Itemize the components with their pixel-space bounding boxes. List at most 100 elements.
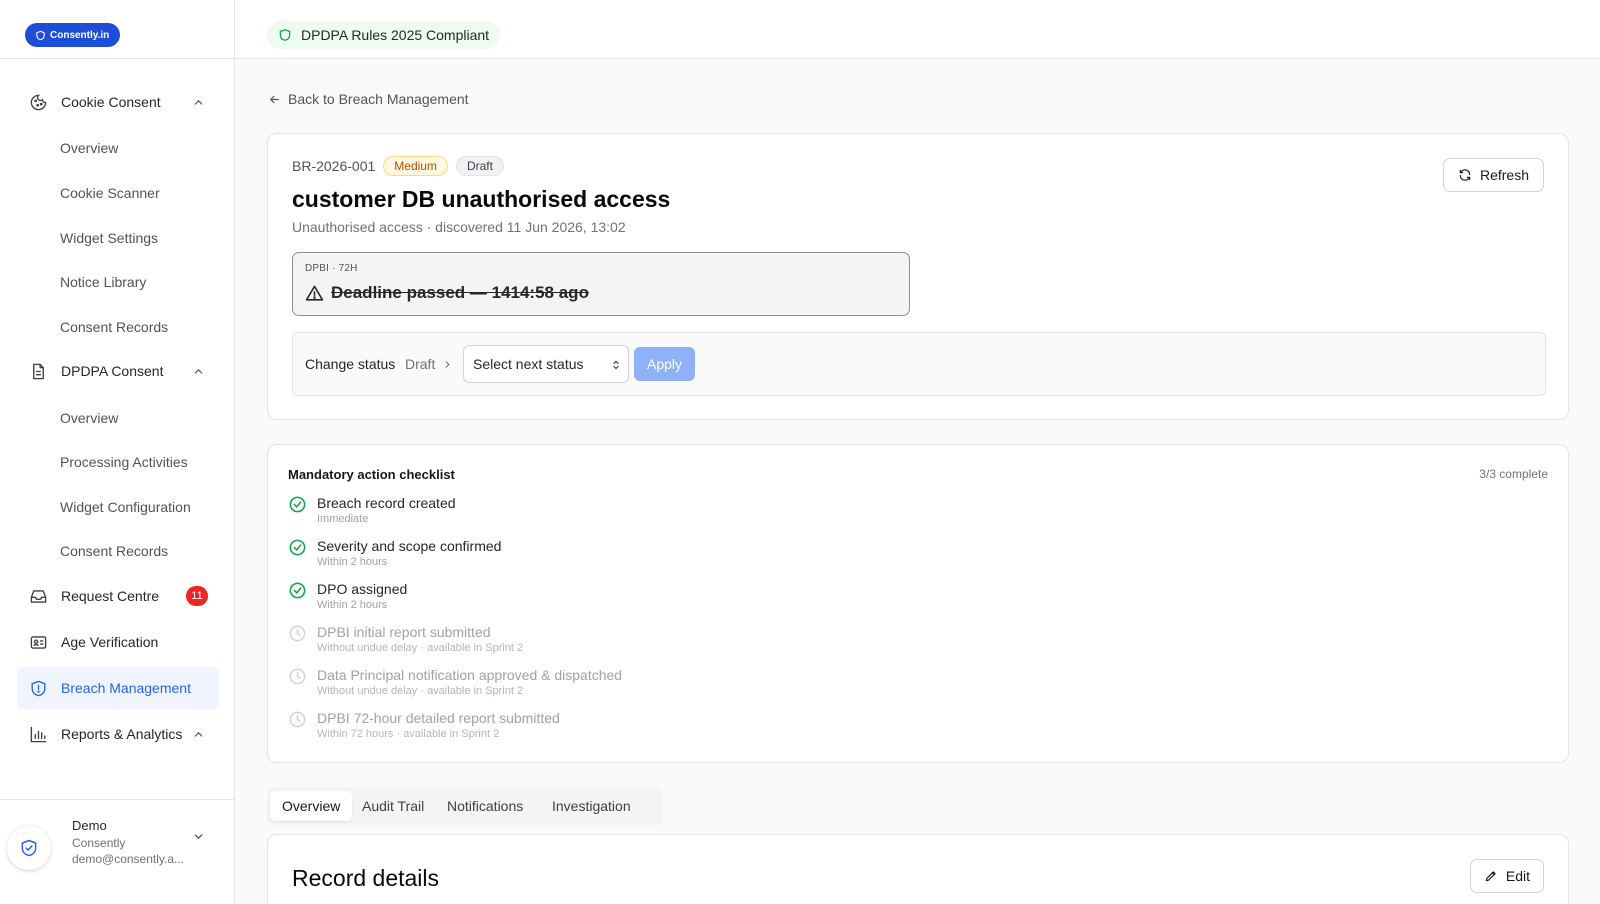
tab-audit-trail[interactable]: Audit Trail [350, 791, 436, 821]
sidebar-divider [0, 799, 235, 800]
sidebar-item-label: Age Verification [61, 634, 159, 650]
shield-icon [36, 30, 45, 40]
chevrons-up-down-icon [613, 360, 619, 370]
sidebar-item-dpdpa-consent[interactable]: DPDPA Consent [17, 350, 219, 392]
user-email: demo@consently.a... [72, 852, 185, 866]
back-link[interactable]: Back to Breach Management [268, 91, 469, 107]
refresh-button-label: Refresh [1479, 167, 1529, 183]
tab-overview[interactable]: Overview [270, 791, 353, 821]
check-circle-icon [289, 539, 306, 556]
severity-badge: Medium [383, 156, 448, 176]
checklist-item-deadline: Within 72 hours · available in Sprint 2 [317, 728, 500, 740]
sidebar-subitem-notice-library[interactable]: Notice Library [60, 274, 146, 290]
sidebar-subitem-widget-settings[interactable]: Widget Settings [60, 230, 158, 246]
incident-id: BR-2026-001 [292, 158, 376, 174]
cookie-icon [30, 94, 47, 110]
top-bar: DPDPA Rules 2025 Compliant [235, 0, 1600, 59]
checklist-item-deadline: Within 2 hours [317, 556, 388, 568]
sidebar-item-reports-analytics[interactable]: Reports & Analytics [17, 713, 219, 755]
id-card-icon [30, 635, 47, 649]
document-icon [33, 363, 44, 379]
apply-button[interactable]: Apply [634, 347, 695, 381]
shield-alert-icon [31, 680, 46, 696]
chevron-down-icon[interactable] [192, 830, 205, 843]
deadline-status: Deadline passed — 1414:58 ago [305, 283, 589, 303]
current-status: Draft [405, 356, 453, 372]
inbox-icon [30, 589, 47, 603]
clock-icon [289, 711, 306, 728]
chevron-up-icon[interactable] [192, 96, 205, 109]
deadline-panel: DPBI · 72H Deadline passed — 1414:58 ago [292, 252, 910, 316]
bar-chart-icon [30, 726, 47, 742]
checklist-item: Data Principal notification approved & d… [288, 667, 622, 699]
checklist-item: DPO assigned Within 2 hours [288, 581, 407, 613]
checklist-item-label: Breach record created [317, 495, 456, 511]
sidebar-subitem-cookie-overview[interactable]: Overview [60, 140, 118, 156]
pencil-icon [1485, 871, 1496, 882]
sidebar-item-label: Cookie Consent [61, 94, 161, 110]
sidebar-subitem-processing-activities[interactable]: Processing Activities [60, 454, 188, 470]
chevron-right-icon [445, 360, 450, 368]
next-status-placeholder: Select next status [473, 356, 584, 372]
tab-notifications[interactable]: Notifications [435, 791, 535, 821]
sidebar-item-label: Reports & Analytics [61, 726, 183, 742]
sidebar-item-cookie-consent[interactable]: Cookie Consent [17, 81, 219, 123]
check-circle-icon [289, 496, 306, 513]
record-details-title: Record details [292, 865, 440, 891]
incident-meta-row: BR-2026-001 Medium Draft [292, 156, 504, 176]
shield-check-icon [21, 839, 37, 857]
next-status-select[interactable]: Select next status [463, 345, 629, 383]
sidebar-item-breach-management[interactable]: Breach Management [17, 667, 219, 709]
compliance-label: DPDPA Rules 2025 Compliant [301, 27, 490, 43]
checklist-item: Severity and scope confirmed Within 2 hou… [288, 538, 501, 570]
checklist-item-deadline: Within 2 hours [317, 599, 388, 611]
request-count-badge: 11 [186, 586, 208, 606]
record-details-card: Record details Edit [267, 834, 1569, 904]
warning-triangle-icon [305, 285, 324, 301]
change-status-label: Change status [305, 356, 396, 372]
refresh-button[interactable]: Refresh [1442, 158, 1544, 192]
checklist-item-deadline: Without undue delay · available in Sprin… [317, 685, 524, 697]
sidebar-item-request-centre[interactable]: Request Centre 11 [17, 575, 219, 617]
clock-icon [289, 668, 306, 685]
sidebar-divider [0, 58, 235, 59]
sidebar-subitem-dpdpa-consent-records[interactable]: Consent Records [60, 543, 168, 559]
checklist-item-label: DPO assigned [317, 581, 408, 597]
page-title: customer DB unauthorised access [292, 186, 671, 212]
sidebar-subitem-widget-configuration[interactable]: Widget Configuration [60, 499, 191, 515]
check-circle-icon [289, 582, 306, 599]
back-link-label: Back to Breach Management [288, 91, 469, 107]
tab-investigation[interactable]: Investigation [540, 791, 643, 821]
chevron-up-icon[interactable] [192, 728, 205, 741]
incident-subtitle: Unauthorised access · discovered 11 Jun … [292, 219, 626, 235]
sidebar-item-age-verification[interactable]: Age Verification [17, 621, 219, 663]
deadline-text: Deadline passed — 1414:58 ago [331, 283, 589, 302]
user-menu[interactable]: Demo Consently demo@consently.a... [0, 818, 235, 888]
sidebar-subitem-cookie-scanner[interactable]: Cookie Scanner [60, 185, 160, 201]
chevron-up-icon[interactable] [192, 365, 205, 378]
current-status-text: Draft [405, 356, 436, 372]
checklist-item: DPBI 72-hour detailed report submitted Wi… [288, 710, 560, 742]
sidebar-subitem-dpdpa-overview[interactable]: Overview [60, 410, 118, 426]
checklist-item-label: Data Principal notification approved & d… [317, 667, 623, 683]
checklist-item: Breach record created Immediate [288, 495, 456, 527]
compliance-badge: DPDPA Rules 2025 Compliant [267, 21, 501, 49]
checklist-card: Mandatory action checklist 3/3 complete … [267, 444, 1569, 763]
user-org: Consently [72, 836, 126, 850]
sidebar-item-label: Breach Management [61, 680, 191, 696]
checklist-title: Mandatory action checklist [288, 467, 455, 482]
checklist-item-deadline: Immediate [317, 513, 369, 525]
status-badge: Draft [455, 156, 504, 176]
sidebar-subitem-cookie-consent-records[interactable]: Consent Records [60, 319, 168, 335]
brand-logo[interactable]: Consently.in [25, 23, 121, 47]
detail-tabs: Overview Audit Trail Notifications Inves… [267, 787, 663, 825]
clock-icon [289, 625, 306, 642]
deadline-label: DPBI · 72H [305, 263, 358, 274]
sidebar-item-label: DPDPA Consent [61, 363, 164, 379]
checklist-item-label: Severity and scope confirmed [317, 538, 502, 554]
edit-button[interactable]: Edit [1469, 859, 1544, 893]
sidebar: Consently.in Cookie Consent Overview Coo… [0, 0, 235, 904]
incident-header-card: BR-2026-001 Medium Draft Refresh custome… [267, 133, 1569, 420]
checklist-progress: 3/3 complete [1479, 467, 1548, 481]
edit-button-label: Edit [1505, 868, 1530, 884]
